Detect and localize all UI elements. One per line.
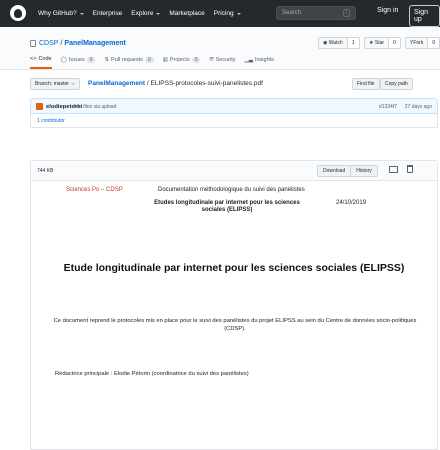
repo-header: CDSP / PanelManagement ◉ Watch 1 ★ Star …: [0, 27, 440, 70]
nav-why-github[interactable]: Why GitHub?: [38, 10, 84, 17]
nav-label: Why GitHub?: [38, 10, 77, 17]
breadcrumb-file: ELIPSS-protocoles-suivi-panelistes.pdf: [150, 80, 263, 87]
star-control: ★ Star 0: [364, 37, 401, 49]
document-author-line: Rédactrice principale : Elodie Pétorin (…: [55, 371, 249, 377]
nav-pricing[interactable]: Pricing: [214, 10, 241, 17]
document-paragraph: Ce document reprend le protocoles mis en…: [53, 318, 417, 332]
tab-projects[interactable]: ▥ Projects 0: [163, 56, 201, 69]
repo-title: CDSP / PanelManagement: [30, 40, 126, 47]
star-button[interactable]: ★ Star: [364, 37, 390, 49]
chevron-down-icon: [236, 12, 241, 15]
fork-label: Fork: [413, 40, 424, 46]
fork-count[interactable]: 0: [428, 37, 440, 49]
fork-button[interactable]: YFork: [405, 37, 429, 49]
contributors-link[interactable]: 1 contributor: [30, 114, 438, 128]
avatar[interactable]: [36, 103, 43, 110]
tab-label: Projects: [169, 57, 190, 63]
branch-select-button[interactable]: Branch: master: [30, 78, 81, 90]
fork-control: YFork 0: [405, 37, 440, 49]
watch-label: Watch: [328, 40, 343, 46]
file-actions: Download History: [317, 165, 378, 177]
watch-count[interactable]: 1: [347, 37, 360, 49]
commit-message-link[interactable]: Add files via upload: [73, 104, 116, 110]
star-label: Star: [374, 40, 385, 46]
code-icon: <>: [30, 56, 37, 62]
nav-label: Explore: [131, 10, 154, 17]
nav-marketplace[interactable]: Marketplace: [169, 10, 204, 17]
watch-control: ◉ Watch 1: [318, 37, 360, 49]
file-size: 744 KB: [37, 168, 54, 174]
breadcrumb: PanelManagement / ELIPSS-protocoles-suiv…: [88, 80, 263, 87]
breadcrumb-repo-link[interactable]: PanelManagement: [88, 80, 145, 87]
chevron-down-icon: [71, 83, 76, 85]
star-count[interactable]: 0: [389, 37, 401, 49]
nav-explore[interactable]: Explore: [131, 10, 161, 17]
nav-label: Enterprise: [92, 10, 123, 17]
repo-owner-link[interactable]: CDSP: [39, 40, 58, 47]
branch-label: Branch: master: [35, 81, 69, 87]
contributors-label: 1 contributor: [37, 118, 65, 124]
pull-request-icon: ⇅: [104, 57, 110, 63]
tab-label: Code: [38, 56, 52, 62]
desktop-icon[interactable]: [389, 166, 398, 173]
project-icon: ▥: [162, 57, 168, 63]
nav-label: Marketplace: [169, 10, 205, 17]
file-navigation: Branch: master PanelManagement / ELIPSS-…: [30, 78, 440, 92]
copy-path-button[interactable]: Copy path: [380, 78, 413, 90]
document-header-right: Documentation méthodologique du suivi de…: [158, 187, 305, 193]
sign-up-button[interactable]: Sign up: [409, 5, 440, 27]
tab-count: 0: [144, 57, 154, 63]
find-file-button[interactable]: Find file: [352, 78, 380, 90]
tab-label: Pull requests: [111, 57, 143, 63]
trash-icon[interactable]: [407, 165, 413, 173]
watch-button[interactable]: ◉ Watch: [318, 37, 348, 49]
document-title: Etude longitudinale par internet pour le…: [63, 262, 405, 274]
graph-icon: ▁▃: [244, 57, 253, 63]
document-subtitle: Etudes longitudinale par internet pour l…: [154, 200, 300, 213]
repo-separator: /: [60, 40, 63, 47]
repo-name-link[interactable]: PanelManagement: [64, 40, 125, 47]
tab-pull-requests[interactable]: ⇅ Pull requests 0: [104, 56, 154, 69]
nav-enterprise[interactable]: Enterprise: [93, 10, 123, 17]
chevron-down-icon: [156, 12, 161, 15]
repo-icon: [30, 40, 36, 47]
download-button[interactable]: Download: [317, 165, 352, 177]
tab-label: Security: [215, 57, 236, 63]
tab-security[interactable]: ⛨ Security: [209, 56, 235, 69]
nav-label: Pricing: [213, 10, 234, 17]
issue-icon: ◯: [60, 57, 67, 63]
commit-tease: elodiepetorin Add files via upload d1334…: [30, 98, 438, 114]
breadcrumb-separator: /: [146, 80, 149, 87]
tab-insights[interactable]: ▁▃ Insights: [245, 56, 274, 69]
tab-label: Issues: [68, 57, 85, 63]
chevron-down-icon: [79, 12, 84, 15]
repo-tabs: <> Code ◯ Issues 0 ⇅ Pull requests 0 ▥ Project…: [30, 56, 274, 69]
tab-label: Insights: [254, 57, 274, 63]
global-header: Why GitHub? Enterprise Explore Marketpla…: [0, 0, 440, 27]
file-header: 744 KB Download History: [31, 161, 437, 181]
search-input[interactable]: Search /: [276, 6, 356, 20]
tab-count: 0: [191, 57, 201, 63]
shield-icon: ⛨: [209, 56, 214, 63]
tab-issues[interactable]: ◯ Issues 0: [61, 56, 96, 69]
sign-in-link[interactable]: Sign in: [377, 7, 398, 14]
github-logo-icon[interactable]: [10, 5, 26, 21]
document-header-left: Sciences Po – CDSP: [66, 187, 123, 193]
tab-count: 0: [86, 57, 96, 63]
document-date: 24/10/2019: [336, 200, 367, 206]
search-placeholder: Search: [282, 10, 302, 16]
commit-sha-link[interactable]: d1334f7: [379, 104, 397, 110]
commit-time: 27 days ago: [404, 104, 432, 110]
history-button[interactable]: History: [351, 165, 378, 177]
tab-code[interactable]: <> Code: [30, 56, 52, 69]
search-shortcut-badge: /: [342, 9, 350, 17]
global-nav: Why GitHub? Enterprise Explore Marketpla…: [38, 0, 241, 27]
pdf-preview: Sciences Po – CDSP Documentation méthodo…: [30, 181, 438, 441]
